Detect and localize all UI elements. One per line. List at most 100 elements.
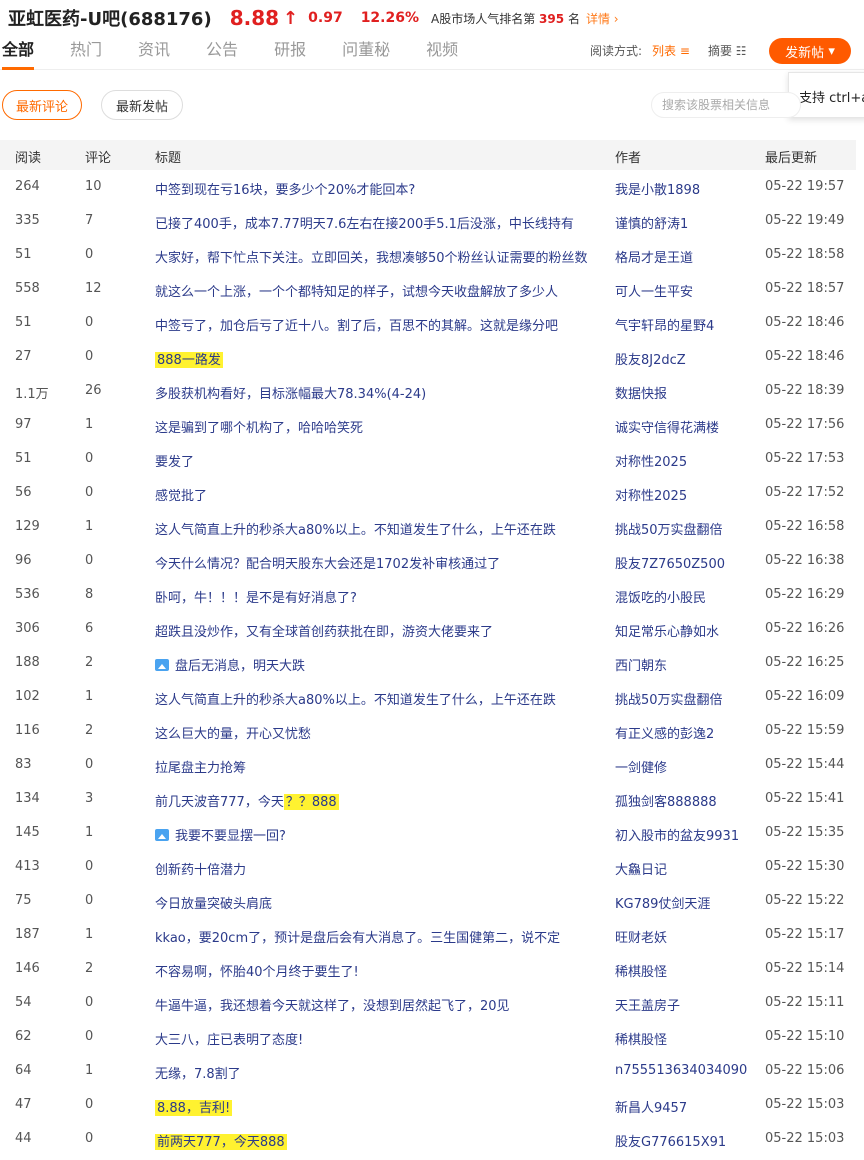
- author-link[interactable]: 诚实守信得花满楼: [615, 417, 755, 436]
- author-link[interactable]: 新昌人9457: [615, 1097, 755, 1116]
- author-link[interactable]: 稀棋股怪: [615, 961, 755, 980]
- comment-count: 0: [85, 893, 94, 908]
- post-title-link[interactable]: 牛逼牛逼，我还想着今天就这样了，没想到居然起飞了，20见: [155, 995, 590, 1014]
- author-link[interactable]: 挑战50万实盘翻倍: [615, 519, 755, 538]
- post-title-link[interactable]: 8.88，吉利!: [155, 1097, 590, 1116]
- read-count: 116: [15, 723, 40, 738]
- post-title-link[interactable]: 今日放量突破头肩底: [155, 893, 590, 912]
- read-count: 96: [15, 553, 32, 568]
- author-link[interactable]: 孤独剑客888888: [615, 791, 755, 810]
- comment-count: 3: [85, 791, 94, 806]
- post-title-link[interactable]: 拉尾盘主力抢筹: [155, 757, 590, 776]
- author-link[interactable]: 有正义感的彭逸2: [615, 723, 755, 742]
- stock-title[interactable]: 亚虹医药-U吧(688176): [8, 5, 212, 31]
- post-title-link[interactable]: 前几天波音777，今天 ？？888: [155, 791, 590, 810]
- post-title-link[interactable]: 中签到现在亏16块，要多少个20%才能回本?: [155, 179, 590, 198]
- table-row: 51 0 要发了 对称性2025 05-22 17:53: [0, 442, 864, 476]
- last-updated: 05-22 16:58: [765, 519, 845, 534]
- post-title-link[interactable]: 就这么一个上涨，一个个都特知足的样子，试想今天收盘解放了多少人: [155, 281, 590, 300]
- post-title-link[interactable]: 这么巨大的量，开心又忧愁: [155, 723, 590, 742]
- read-count: 129: [15, 519, 40, 534]
- author-link[interactable]: KG789仗剑天涯: [615, 893, 755, 912]
- post-title-link[interactable]: 这是骗到了哪个机构了，哈哈哈笑死: [155, 417, 590, 436]
- author-link[interactable]: 可人一生平安: [615, 281, 755, 300]
- table-row: 54 0 牛逼牛逼，我还想着今天就这样了，没想到居然起飞了，20见 天王盖房子 05-2…: [0, 986, 864, 1020]
- new-post-button[interactable]: 发新帖 ▾: [769, 38, 851, 64]
- list-view-toggle[interactable]: 列表 ≡: [652, 42, 690, 59]
- post-title-link[interactable]: 这人气简直上升的秒杀大a80%以上。不知道发生了什么，上午还在跌: [155, 519, 590, 538]
- post-title-link[interactable]: 卧呵，牛！！！是不是有好消息了?: [155, 587, 590, 606]
- author-link[interactable]: 我是小散1898: [615, 179, 755, 198]
- tab-3[interactable]: 公告: [206, 36, 238, 70]
- author-link[interactable]: 初入股市的盆友9931: [615, 825, 755, 844]
- author-link[interactable]: 股友G776615X91: [615, 1131, 755, 1150]
- latest-comment-filter[interactable]: 最新评论: [2, 90, 82, 120]
- post-title-link[interactable]: 超跌且没炒作，又有全球首创药获批在即，游资大佬要来了: [155, 621, 590, 640]
- table-row: 51 0 中签亏了，加仓后亏了近十八。割了后，百思不的其解。这就是缘分吧 气宇轩昂的星…: [0, 306, 864, 340]
- up-arrow-icon: ↑: [283, 7, 299, 29]
- table-row: 47 0 8.88，吉利! 新昌人9457 05-22 15:03: [0, 1088, 864, 1122]
- author-link[interactable]: 大鱻日记: [615, 859, 755, 878]
- latest-post-filter[interactable]: 最新发帖: [101, 90, 183, 120]
- author-link[interactable]: 数据快报: [615, 383, 755, 402]
- post-title-link[interactable]: 大家好，帮下忙点下关注。立即回关，我想凑够50个粉丝认证需要的粉丝数: [155, 247, 590, 266]
- post-title-link[interactable]: 中签亏了，加仓后亏了近十八。割了后，百思不的其解。这就是缘分吧: [155, 315, 590, 334]
- author-link[interactable]: 对称性2025: [615, 485, 755, 504]
- read-count: 51: [15, 451, 32, 466]
- read-count: 264: [15, 179, 40, 194]
- author-link[interactable]: 天王盖房子: [615, 995, 755, 1014]
- last-updated: 05-22 16:25: [765, 655, 845, 670]
- comment-count: 0: [85, 553, 94, 568]
- table-row: 97 1 这是骗到了哪个机构了，哈哈哈笑死 诚实守信得花满楼 05-22 17:56: [0, 408, 864, 442]
- stock-search-input[interactable]: [651, 92, 801, 118]
- tab-5[interactable]: 问董秘: [342, 36, 390, 70]
- author-link[interactable]: 格局才是王道: [615, 247, 755, 266]
- post-title-link[interactable]: 前两天777，今天888: [155, 1131, 590, 1150]
- tab-1[interactable]: 热门: [70, 36, 102, 70]
- last-updated: 05-22 15:03: [765, 1097, 845, 1112]
- author-link[interactable]: 对称性2025: [615, 451, 755, 470]
- author-link[interactable]: 西门朝东: [615, 655, 755, 674]
- post-title-link[interactable]: 感觉批了: [155, 485, 590, 504]
- post-title-link[interactable]: 我要不要显摆一回?: [155, 825, 590, 844]
- post-title-link[interactable]: 888一路发: [155, 349, 590, 368]
- post-title-link[interactable]: 大三八，庄已表明了态度!: [155, 1029, 590, 1048]
- forum-tabs: 全部 热门 资讯 公告 研报 问董秘 视频 阅读方式: 列表 ≡ 摘要 ☷ 发新帖 ▾: [0, 36, 864, 70]
- column-comment: 评论: [85, 151, 112, 166]
- tab-0[interactable]: 全部: [2, 36, 35, 70]
- tab-4[interactable]: 研报: [274, 36, 306, 70]
- post-title-link[interactable]: 多股获机构看好，目标涨幅最大78.34%(4-24): [155, 383, 590, 402]
- post-title-link[interactable]: 这人气简直上升的秒杀大a80%以上。不知道发生了什么，上午还在跌: [155, 689, 590, 708]
- author-link[interactable]: 股友7Z7650Z500: [615, 553, 755, 572]
- post-title-link[interactable]: 无缘，7.8割了: [155, 1063, 590, 1082]
- summary-view-toggle[interactable]: 摘要 ☷: [708, 42, 747, 59]
- author-link[interactable]: 知足常乐心静如水: [615, 621, 755, 640]
- post-title-link[interactable]: 要发了: [155, 451, 590, 470]
- author-link[interactable]: 旺财老妖: [615, 927, 755, 946]
- post-title-link[interactable]: 盘后无消息，明天大跌: [155, 655, 590, 674]
- author-link[interactable]: 气宇轩昂的星野4: [615, 315, 755, 334]
- last-updated: 05-22 15:17: [765, 927, 845, 942]
- table-row: 413 0 创新药十倍潜力 大鱻日记 05-22 15:30: [0, 850, 864, 884]
- author-link[interactable]: 谨慎的舒涛1: [615, 213, 755, 232]
- chevron-right-icon: ›: [613, 11, 619, 26]
- author-link[interactable]: n755513634034090: [615, 1063, 755, 1078]
- author-link[interactable]: 稀棋股怪: [615, 1029, 755, 1048]
- comment-count: 0: [85, 451, 94, 466]
- author-link[interactable]: 混饭吃的小股民: [615, 587, 755, 606]
- read-count: 83: [15, 757, 32, 772]
- author-link[interactable]: 一剑健修: [615, 757, 755, 776]
- post-title-link[interactable]: kkao，要20cm了，预计是盘后会有大消息了。三生国健第二，说不定: [155, 927, 590, 946]
- tab-2[interactable]: 资讯: [138, 36, 170, 70]
- detail-link[interactable]: 详情 ›: [586, 10, 619, 27]
- table-row: 146 2 不容易啊，怀胎40个月终于要生了! 稀棋股怪 05-22 15:14: [0, 952, 864, 986]
- comment-count: 2: [85, 961, 94, 976]
- post-title-link[interactable]: 创新药十倍潜力: [155, 859, 590, 878]
- table-row: 145 1 我要不要显摆一回? 初入股市的盆友9931 05-22 15:35: [0, 816, 864, 850]
- post-title-link[interactable]: 已接了400手，成本7.77明天7.6左右在接200手5.1后没涨，中长线持有: [155, 213, 590, 232]
- tab-6[interactable]: 视频: [426, 36, 458, 70]
- author-link[interactable]: 挑战50万实盘翻倍: [615, 689, 755, 708]
- post-title-link[interactable]: 今天什么情况？配合明天股东大会还是1702发补审核通过了: [155, 553, 590, 572]
- author-link[interactable]: 股友8J2dcZ: [615, 349, 755, 368]
- post-title-link[interactable]: 不容易啊，怀胎40个月终于要生了!: [155, 961, 590, 980]
